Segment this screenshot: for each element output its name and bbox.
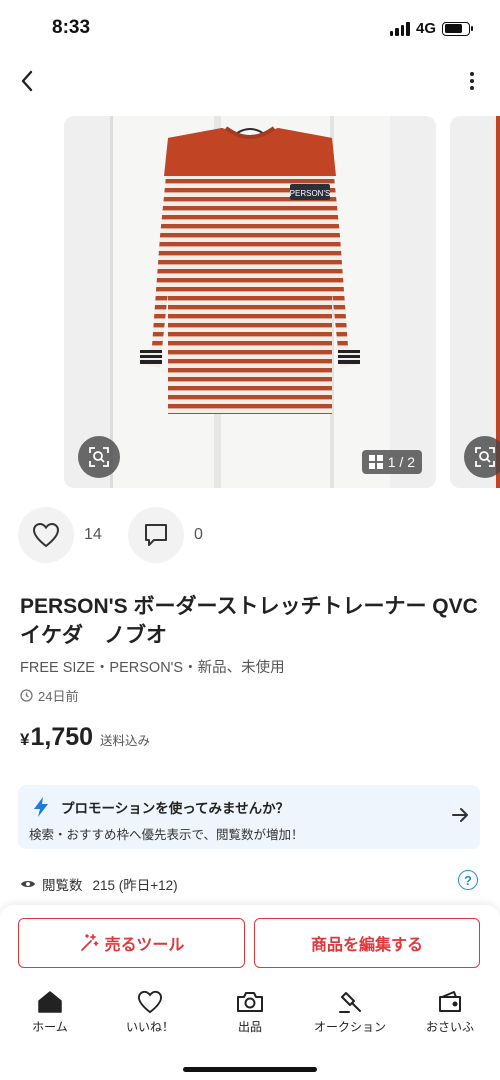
promotion-title: プロモーションを使ってみませんか？	[61, 801, 290, 816]
status-bar: 8:33 4G	[0, 0, 500, 58]
views-value: 215 (昨日+12)	[92, 878, 178, 893]
next-photo-preview[interactable]	[450, 116, 500, 488]
posted-time-text: 24日前	[38, 689, 79, 704]
image-search-icon	[475, 447, 495, 467]
image-counter: 1 / 2	[361, 450, 422, 474]
network-type: 4G	[415, 20, 436, 37]
promotion-banner[interactable]: プロモーションを使ってみませんか？ 検索・おすすめ枠へ優先表示で、閲覧数が増加！	[18, 785, 480, 849]
grid-icon	[368, 455, 383, 469]
image-carousel[interactable]: PERSON'S 1 / 2	[0, 116, 500, 488]
back-button[interactable]	[12, 66, 42, 96]
reactions-row: 14 0	[18, 507, 226, 563]
tab-home[interactable]: ホーム	[0, 990, 100, 1040]
tab-label-likes: いいね！	[125, 1020, 174, 1034]
wallet-icon	[439, 991, 461, 1012]
magic-wand-icon	[80, 934, 99, 951]
view-stats: 閲覧数 215 (昨日+12)	[20, 874, 178, 894]
price-amount: 1,750	[30, 723, 94, 751]
edit-item-button[interactable]: 商品を編集する	[254, 918, 480, 968]
like-button[interactable]	[18, 507, 74, 563]
battery-icon	[442, 21, 473, 36]
tab-likes[interactable]: いいね！	[100, 990, 200, 1040]
tab-label-auction: オークション	[313, 1020, 386, 1034]
camera-icon	[237, 992, 263, 1012]
comment-icon	[145, 524, 167, 546]
eye-icon	[21, 881, 35, 887]
signal-icon	[389, 21, 410, 36]
promotion-description: 検索・おすすめ枠へ優先表示で、閲覧数が増加！	[29, 828, 304, 842]
heart-icon	[137, 990, 163, 1014]
shirt-logo-text: PERSON'S	[290, 189, 331, 198]
product-photo[interactable]: PERSON'S 1 / 2	[64, 116, 436, 488]
home-indicator	[183, 1067, 317, 1072]
tab-wallet[interactable]: おさいふ	[400, 990, 500, 1040]
status-time: 8:33	[52, 17, 91, 38]
image-search-icon	[89, 447, 109, 467]
edit-item-label: 商品を編集する	[310, 937, 423, 954]
status-indicators: 4G	[389, 20, 473, 37]
sell-tools-label: 売るツール	[104, 937, 185, 954]
lightning-icon	[34, 797, 48, 817]
tab-label-sell: 出品	[237, 1020, 262, 1034]
shipping-label: 送料込み	[100, 734, 151, 748]
price-symbol: ¥	[20, 730, 30, 749]
comment-button[interactable]	[128, 507, 184, 563]
posted-time: 24日前	[20, 686, 78, 705]
gavel-icon	[339, 992, 361, 1013]
sell-tools-button[interactable]: 売るツール	[18, 918, 245, 968]
product-title: PERSON'S ボーダーストレッチトレーナー QVC イケダ ノブオ	[20, 595, 478, 647]
image-search-button[interactable]	[78, 436, 120, 478]
arrow-right-icon	[452, 808, 468, 822]
tab-label-home: ホーム	[32, 1020, 68, 1034]
home-icon	[38, 991, 62, 1013]
like-count: 14	[84, 526, 102, 543]
tab-auction[interactable]: オークション	[300, 990, 400, 1040]
more-options-button[interactable]	[462, 66, 482, 96]
tab-sell[interactable]: 出品	[200, 990, 300, 1040]
product-image: PERSON'S	[110, 116, 390, 488]
comment-count: 0	[194, 526, 203, 543]
bottom-panel: 売るツール 商品を編集する ホーム いいね！ 出品 オークション おさいふ	[0, 905, 500, 1080]
nav-bar	[0, 58, 500, 104]
image-counter-text: 1 / 2	[387, 454, 415, 470]
help-icon[interactable]: ?	[458, 870, 478, 890]
clock-icon	[20, 689, 33, 702]
image-search-button-next[interactable]	[464, 436, 500, 478]
tab-label-wallet: おさいふ	[425, 1020, 474, 1034]
tab-bar: ホーム いいね！ 出品 オークション おさいふ	[0, 990, 500, 1040]
heart-icon	[32, 522, 60, 548]
product-meta: FREE SIZE・PERSON'S・新品、未使用	[20, 660, 285, 676]
price: ¥ 1,750 送料込み	[20, 723, 150, 752]
views-label: 閲覧数	[42, 878, 83, 893]
chevron-left-icon	[21, 70, 33, 92]
